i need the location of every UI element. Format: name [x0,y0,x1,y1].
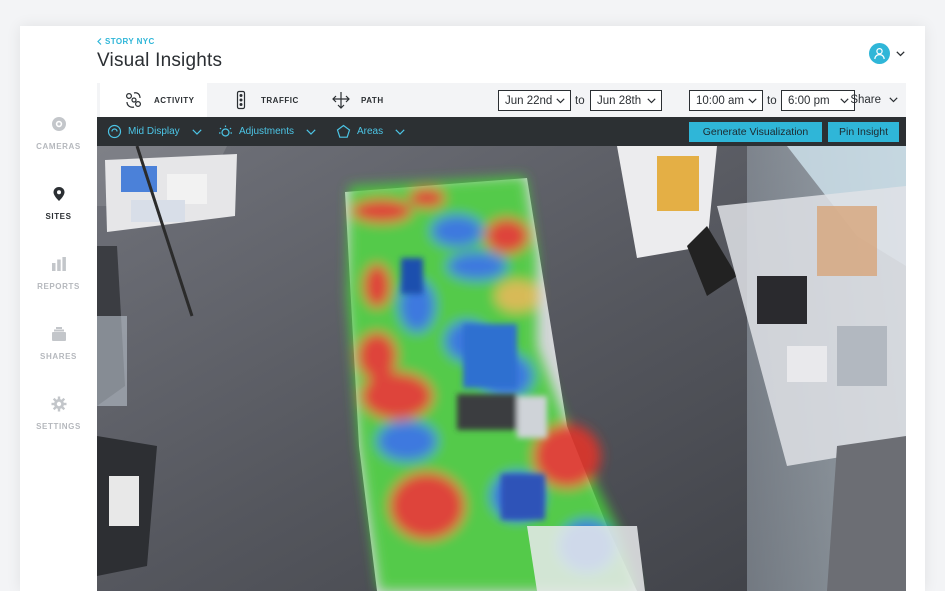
chevron-down-icon [840,97,849,103]
display-mode-label: Mid Display [128,126,180,137]
tab-traffic[interactable]: TRAFFIC [207,83,307,117]
chevron-down-icon [306,128,316,135]
share-label: Share [850,94,881,106]
sidebar-item-label: SITES [45,212,72,221]
location-pin-icon [53,187,64,201]
start-date-value: Jun 22nd [505,94,553,107]
user-menu[interactable] [869,43,905,64]
sidebar-item-label: CAMERAS [36,142,81,151]
adjustments-dropdown[interactable]: Adjustments [218,117,316,146]
traffic-light-icon [236,90,246,110]
time-range-to-label: to [767,95,777,107]
visualization-toolbar: Mid Display Adjustments Areas Generate V… [97,117,906,146]
adjustments-label: Adjustments [239,126,295,137]
sidebar-item-label: REPORTS [37,282,80,291]
chevron-down-icon [889,97,898,103]
end-time-select[interactable]: 6:00 pm [781,90,855,111]
tab-label: PATH [361,95,384,105]
sidebar-item-label: SHARES [40,352,77,361]
chevron-left-icon [97,38,102,45]
tab-bar: ACTIVITY TRAFFIC PATH Jun 22nd to Jun 28… [97,83,906,117]
sidebar: CAMERAS SITES REPORTS SHARES SETTINGS [20,106,97,456]
brightness-icon [219,125,232,137]
tab-path[interactable]: PATH [307,83,407,117]
bar-chart-icon [51,257,66,271]
display-icon [107,124,122,139]
user-icon [874,47,885,60]
areas-label: Areas [357,126,384,137]
camera-heatmap-view[interactable] [97,146,906,591]
chevron-down-icon [556,97,565,103]
polygon-icon [336,124,351,138]
path-arrows-icon [332,92,350,109]
gear-icon [51,396,66,412]
sidebar-item-label: SETTINGS [36,422,81,431]
app-window: CAMERAS SITES REPORTS SHARES SETTINGS ST… [20,26,925,591]
end-date-select[interactable]: Jun 28th [590,90,662,111]
sidebar-item-sites[interactable]: SITES [20,176,97,246]
chevron-down-icon [395,128,405,135]
page-title: Visual Insights [97,50,223,71]
generate-visualization-button[interactable]: Generate Visualization [689,122,822,142]
tab-label: ACTIVITY [154,95,195,105]
stack-icon [51,327,66,341]
heatmap-image [97,146,906,591]
sidebar-item-reports[interactable]: REPORTS [20,246,97,316]
date-range-to-label: to [575,95,585,107]
avatar[interactable] [869,43,890,64]
areas-dropdown[interactable]: Areas [336,117,405,146]
sidebar-item-shares[interactable]: SHARES [20,316,97,386]
activity-icon [125,92,142,108]
tab-activity[interactable]: ACTIVITY [100,83,207,117]
end-time-value: 6:00 pm [788,94,830,107]
tab-label: TRAFFIC [261,95,299,105]
breadcrumb-label[interactable]: STORY NYC [105,37,155,46]
display-mode-dropdown[interactable]: Mid Display [107,117,202,146]
chevron-down-icon [192,128,202,135]
sidebar-item-settings[interactable]: SETTINGS [20,386,97,456]
end-date-value: Jun 28th [597,94,642,107]
sidebar-item-cameras[interactable]: CAMERAS [20,106,97,176]
share-dropdown[interactable]: Share [850,94,898,106]
chevron-down-icon[interactable] [896,50,905,57]
camera-icon [51,117,66,131]
start-time-select[interactable]: 10:00 am [689,90,763,111]
pin-insight-button[interactable]: Pin Insight [828,122,899,142]
start-time-value: 10:00 am [696,94,744,107]
chevron-down-icon [647,97,656,103]
start-date-select[interactable]: Jun 22nd [498,90,571,111]
breadcrumb[interactable]: STORY NYC [97,37,155,46]
chevron-down-icon [748,97,757,103]
